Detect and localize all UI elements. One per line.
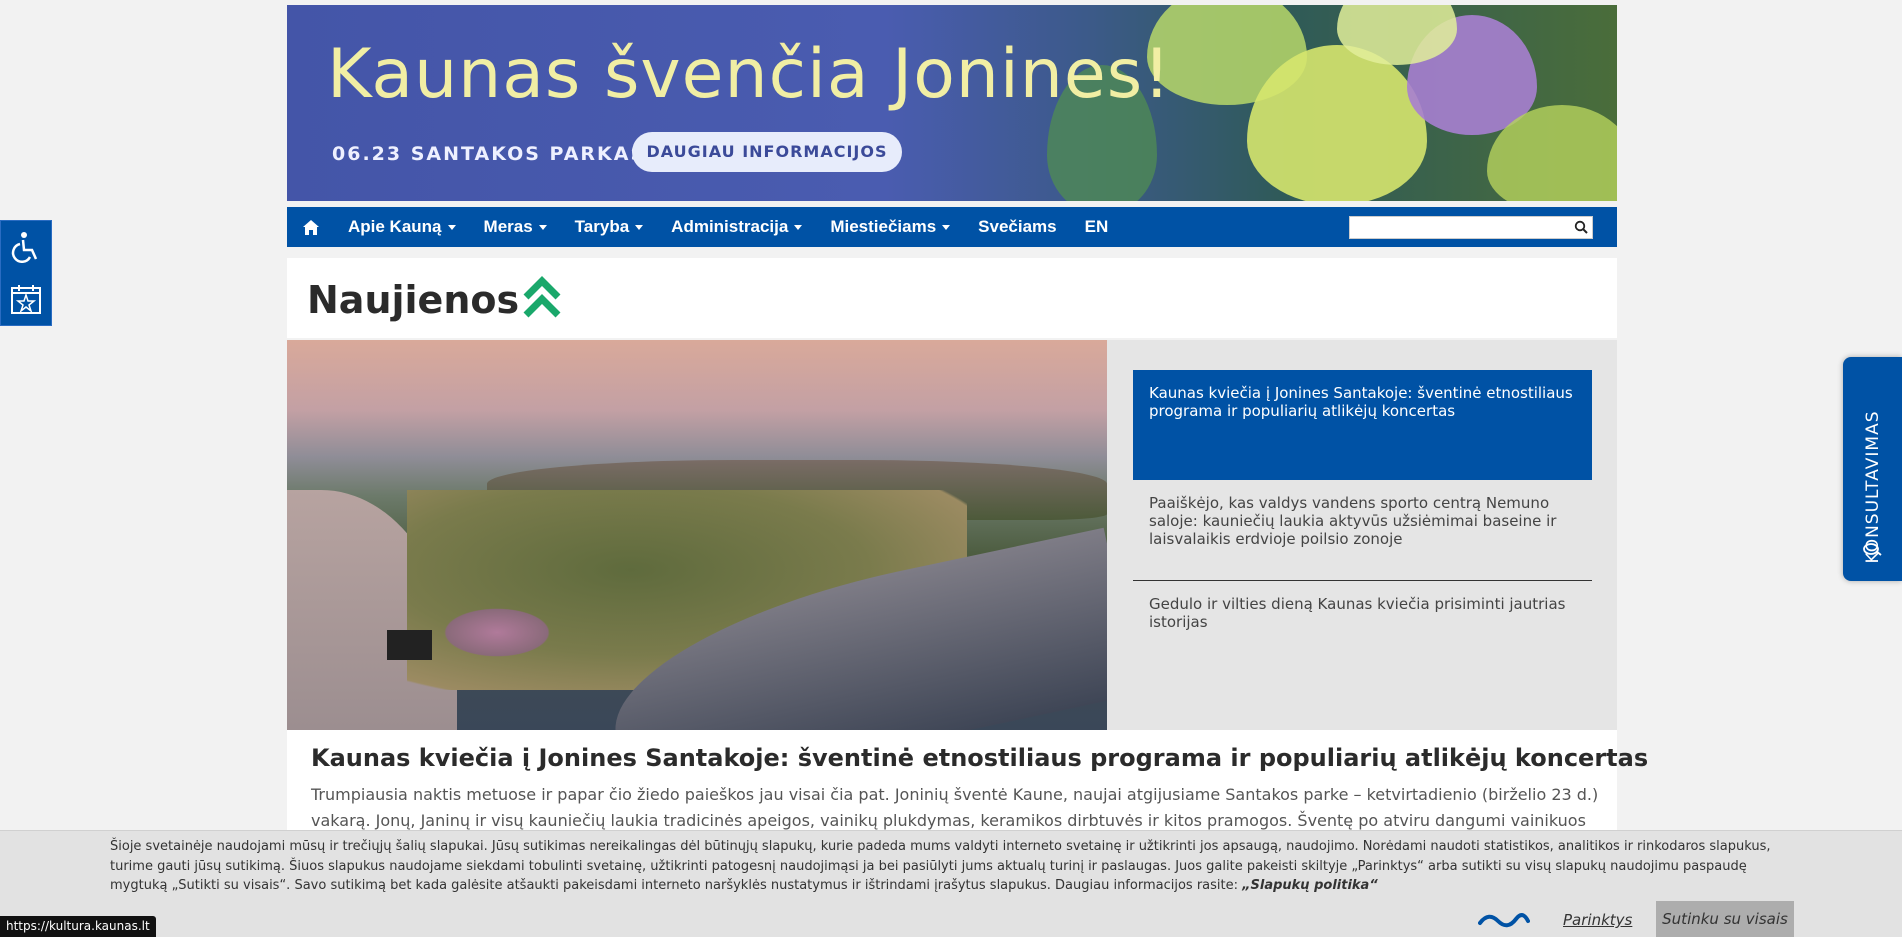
nav-label: EN xyxy=(1084,217,1109,236)
nav-label: Apie Kauną xyxy=(348,217,442,236)
accept-all-cookies-button[interactable]: Sutinku su visais xyxy=(1656,901,1794,937)
nav-label: Svečiams xyxy=(978,217,1057,236)
cookie-policy-link[interactable]: „Slapukų politika“ xyxy=(1242,878,1378,893)
section-header: Naujienos xyxy=(287,258,1617,338)
featured-news-photo[interactable] xyxy=(287,340,1107,730)
nav-taryba[interactable]: Taryba xyxy=(561,207,658,247)
news-list-item[interactable]: Gedulo ir vilties dieną Kaunas kviečia p… xyxy=(1133,581,1592,645)
nav-label: Taryba xyxy=(574,217,630,236)
featured-article: Kaunas kviečia į Jonines Santakoje: šven… xyxy=(287,730,1648,856)
nav-sveciams[interactable]: Svečiams xyxy=(964,207,1070,247)
double-chevron-up-icon xyxy=(523,276,561,318)
search-box xyxy=(1349,216,1593,239)
wheelchair-icon xyxy=(11,232,38,263)
banner-subtitle: 06.23 SANTAKOS PARKAS xyxy=(332,143,647,165)
search-input[interactable] xyxy=(1350,217,1570,238)
chevron-down-icon xyxy=(447,225,456,231)
consultation-tab[interactable]: KONSULTAVIMAS xyxy=(1843,357,1902,581)
search-icon[interactable] xyxy=(1574,220,1588,234)
wave-logo-icon xyxy=(1478,913,1530,928)
nav-administracija[interactable]: Administracija xyxy=(657,207,816,247)
nav-meras[interactable]: Meras xyxy=(470,207,561,247)
chat-icon xyxy=(1863,543,1882,556)
article-title[interactable]: Kaunas kviečia į Jonines Santakoje: šven… xyxy=(311,744,1648,772)
event-banner[interactable]: Kaunas švenčia Jonines! 06.23 SANTAKOS P… xyxy=(287,5,1617,201)
main-navigation: Apie Kauną Meras Taryba Administracija M… xyxy=(287,207,1617,247)
home-icon xyxy=(302,219,319,235)
nav-label: Meras xyxy=(483,217,533,236)
news-list: Kaunas kviečia į Jonines Santakoje: šven… xyxy=(1133,370,1592,645)
chevron-down-icon xyxy=(794,225,803,231)
banner-title: Kaunas švenčia Jonines! xyxy=(327,35,1172,114)
news-list-item[interactable]: Paaiškėjo, kas valdys vandens sporto cen… xyxy=(1133,480,1592,580)
nav-label: Administracija xyxy=(671,217,789,236)
home-button[interactable] xyxy=(287,207,334,247)
photo-stage xyxy=(387,630,432,660)
cookie-message: Šioje svetainėje naudojami mūsų ir treči… xyxy=(110,839,1771,893)
accessibility-button[interactable] xyxy=(1,221,51,273)
news-list-item[interactable]: Kaunas kviečia į Jonines Santakoje: šven… xyxy=(1133,370,1592,480)
page-title: Naujienos xyxy=(307,278,520,322)
chevron-down-icon xyxy=(942,225,951,231)
cookie-settings-link[interactable]: Parinktys xyxy=(1563,911,1632,929)
events-calendar-button[interactable] xyxy=(1,273,51,325)
status-url: https://kultura.kaunas.lt xyxy=(0,916,156,937)
nav-miestieciams[interactable]: Miestiečiams xyxy=(816,207,964,247)
calendar-star-icon xyxy=(11,285,41,314)
nav-label: Miestiečiams xyxy=(830,217,937,236)
chevron-down-icon xyxy=(635,225,644,231)
side-tools xyxy=(0,220,52,326)
nav-language-en[interactable]: EN xyxy=(1071,207,1123,247)
chevron-down-icon xyxy=(538,225,547,231)
cookie-text: Šioje svetainėje naudojami mūsų ir treči… xyxy=(110,837,1790,896)
cookie-consent-bar: Šioje svetainėje naudojami mūsų ir treči… xyxy=(0,830,1902,937)
nav-apie-kauna[interactable]: Apie Kauną xyxy=(334,207,470,247)
news-section: Kaunas kviečia į Jonines Santakoje: šven… xyxy=(287,340,1617,730)
banner-more-info-button[interactable]: DAUGIAU INFORMACIJOS xyxy=(632,132,902,172)
photo-crowd xyxy=(437,605,557,660)
